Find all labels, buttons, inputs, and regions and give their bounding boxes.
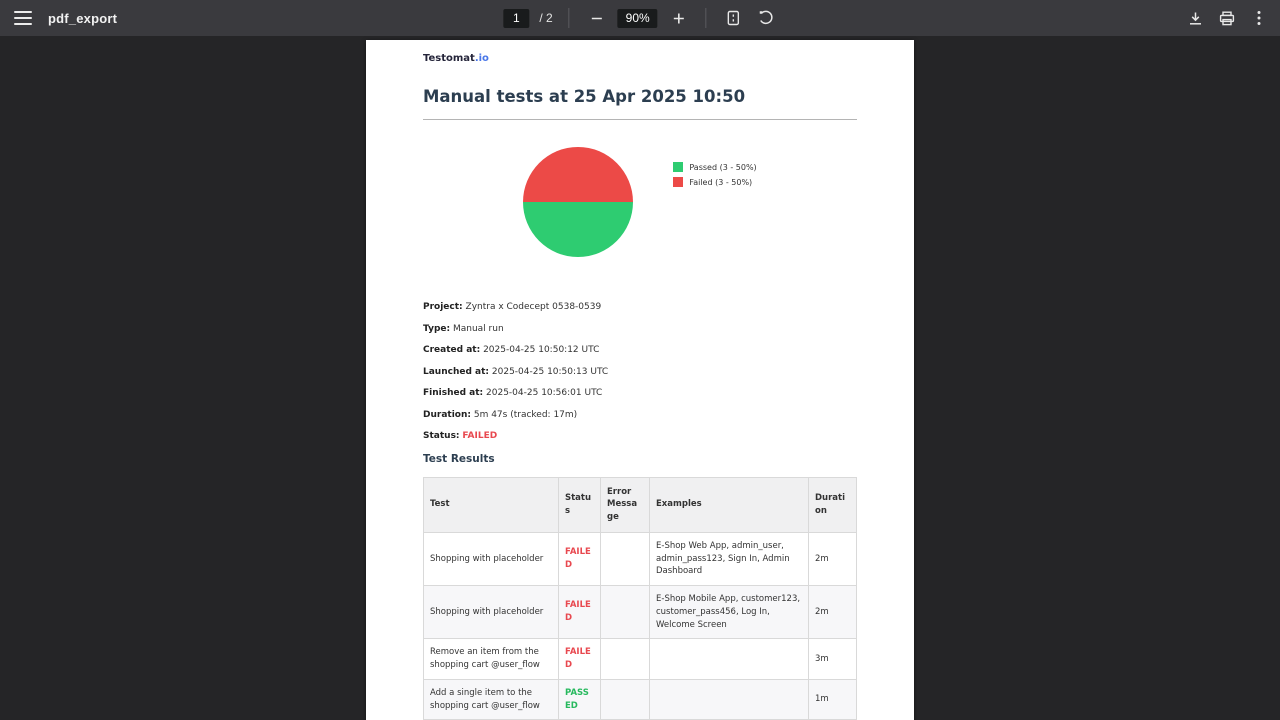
title-divider (423, 119, 857, 120)
status-cell: FAILED (559, 532, 601, 585)
table-row: Shopping with placeholder FAILED E-Shop … (424, 532, 857, 585)
failed-swatch (673, 177, 683, 187)
rotate-button[interactable] (755, 7, 777, 29)
run-metadata: Project: Zyntra x Codecept 0538-0539 Typ… (423, 302, 857, 441)
table-row: Remove an item from the shopping cart @u… (424, 639, 857, 680)
page-number-input[interactable] (503, 9, 529, 28)
meta-duration: Duration: 5m 47s (tracked: 17m) (423, 410, 857, 420)
pdf-viewer-area[interactable]: Testomat.io Manual tests at 25 Apr 2025 … (0, 36, 1280, 720)
fit-to-page-button[interactable] (723, 7, 745, 29)
legend-item-passed: Passed (3 - 50%) (673, 162, 756, 172)
error-message-cell (601, 532, 650, 585)
test-name-cell: Remove an item from the shopping cart @u… (424, 639, 559, 680)
toolbar-divider (706, 8, 707, 28)
examples-cell (650, 679, 809, 720)
zoom-in-button[interactable] (668, 7, 690, 29)
meta-status: Status: FAILED (423, 431, 857, 441)
test-name-cell: Add a single item to the shopping cart @… (424, 679, 559, 720)
page-count-label: / 2 (539, 11, 552, 25)
zoom-level-input[interactable] (618, 9, 658, 28)
more-options-icon[interactable] (1248, 7, 1270, 29)
meta-project: Project: Zyntra x Codecept 0538-0539 (423, 302, 857, 312)
status-cell: FAILED (559, 586, 601, 639)
col-header-test: Test (424, 477, 559, 532)
zoom-out-button[interactable] (586, 7, 608, 29)
legend-item-failed: Failed (3 - 50%) (673, 177, 756, 187)
results-pie-chart-block: Passed (3 - 50%) Failed (3 - 50%) (423, 147, 857, 257)
chart-legend: Passed (3 - 50%) Failed (3 - 50%) (673, 162, 756, 187)
meta-created: Created at: 2025-04-25 10:50:12 UTC (423, 345, 857, 355)
test-name-cell: Shopping with placeholder (424, 586, 559, 639)
error-message-cell (601, 586, 650, 639)
meta-type: Type: Manual run (423, 324, 857, 334)
pie-chart (523, 147, 633, 257)
examples-cell: E-Shop Web App, admin_user, admin_pass12… (650, 532, 809, 585)
print-icon[interactable] (1216, 7, 1238, 29)
legend-label: Failed (3 - 50%) (689, 178, 752, 187)
col-header-duration: Duration (809, 477, 857, 532)
duration-cell: 3m (809, 639, 857, 680)
test-results-heading: Test Results (423, 453, 857, 465)
examples-cell: E-Shop Mobile App, customer123, customer… (650, 586, 809, 639)
col-header-error-message: Error Message (601, 477, 650, 532)
status-cell: PASSED (559, 679, 601, 720)
test-name-cell: Shopping with placeholder (424, 532, 559, 585)
duration-cell: 2m (809, 586, 857, 639)
meta-finished: Finished at: 2025-04-25 10:56:01 UTC (423, 388, 857, 398)
report-title: Manual tests at 25 Apr 2025 10:50 (423, 87, 857, 106)
meta-launched: Launched at: 2025-04-25 10:50:13 UTC (423, 367, 857, 377)
error-message-cell (601, 639, 650, 680)
menu-icon[interactable] (14, 11, 32, 25)
toolbar-divider (569, 8, 570, 28)
col-header-examples: Examples (650, 477, 809, 532)
col-header-status: Status (559, 477, 601, 532)
status-cell: FAILED (559, 639, 601, 680)
duration-cell: 2m (809, 532, 857, 585)
table-header-row: Test Status Error Message Examples Durat… (424, 477, 857, 532)
table-row: Add a single item to the shopping cart @… (424, 679, 857, 720)
download-icon[interactable] (1184, 7, 1206, 29)
pdf-toolbar: pdf_export / 2 (0, 0, 1280, 36)
duration-cell: 1m (809, 679, 857, 720)
passed-swatch (673, 162, 683, 172)
test-results-table: Test Status Error Message Examples Durat… (423, 477, 857, 720)
error-message-cell (601, 679, 650, 720)
table-row: Shopping with placeholder FAILED E-Shop … (424, 586, 857, 639)
run-status-value: FAILED (462, 431, 497, 441)
examples-cell (650, 639, 809, 680)
legend-label: Passed (3 - 50%) (689, 163, 756, 172)
document-filename: pdf_export (48, 11, 117, 26)
testomat-logo: Testomat.io (423, 53, 857, 64)
pdf-page: Testomat.io Manual tests at 25 Apr 2025 … (366, 40, 914, 720)
